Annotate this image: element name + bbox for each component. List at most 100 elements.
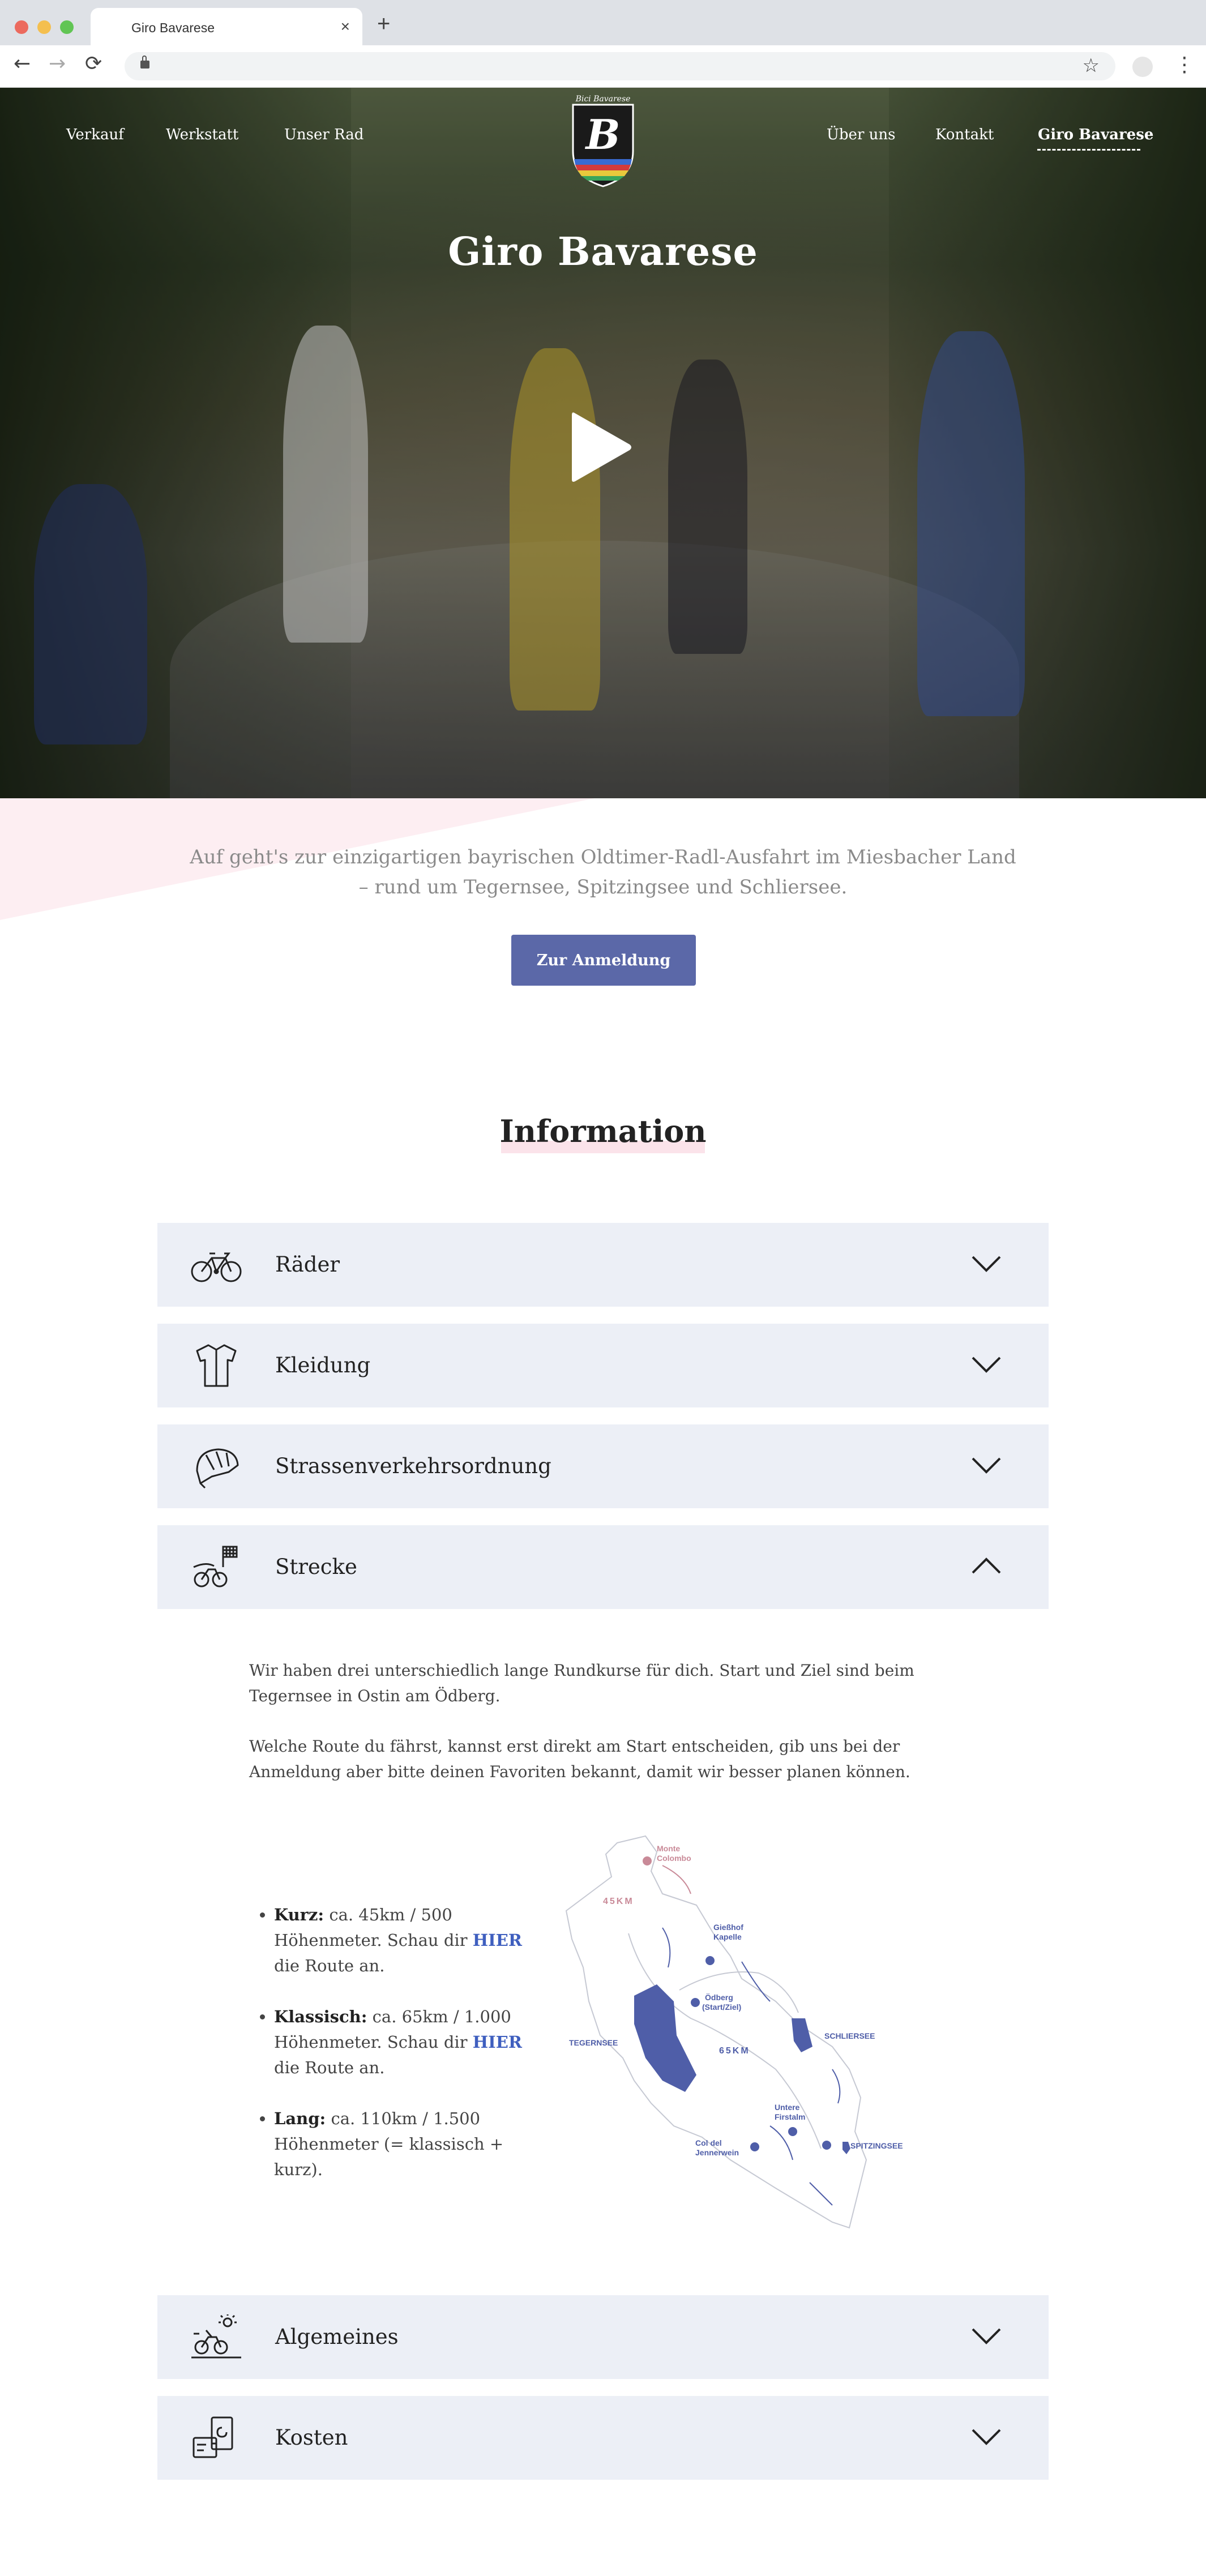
lock-icon [140,55,149,69]
map-arrow [809,2182,833,2206]
map-arrow [832,2069,841,2104]
accordion-label: Kosten [275,2425,348,2450]
route-item-klassisch: Klassisch: ca. 65km / 1.000 Höhenmeter. … [274,2004,540,2081]
bici-bavarese-logo[interactable]: B Bici Bavarese [566,92,640,189]
map-outline [565,1835,867,2229]
map-label-45km: 45KM [603,1897,634,1906]
browser-tab-strip: Giro Bavarese × + [0,0,1206,45]
svg-text:B: B [585,110,621,159]
map-label-giesshof: Gießhof [713,1923,743,1932]
map-label-kapelle: Kapelle [713,1932,742,1941]
browser-toolbar: ← → ⟳ ☆ ⋮ [0,45,1206,88]
helmet-icon [196,1448,239,1489]
map-point-untere-firstalm [788,2127,797,2136]
accordion-label: Algemeines [275,2325,399,2349]
map-label-schliersee: SCHLIERSEE [824,2031,875,2040]
lake-schliersee [792,2018,812,2052]
route-description-end: die Route an. [274,1956,385,1975]
intro-text: Auf geht's zur einzigartigen bayrischen … [190,846,1016,898]
route-map: Monte Colombo 45KM Gießhof Kapelle Ödber… [565,1835,903,2229]
registration-button[interactable]: Zur Anmeldung [511,935,696,986]
section-title: Information [499,1113,707,1149]
minimize-window-button[interactable] [37,20,51,34]
map-label-65km: 65KM [719,2046,750,2056]
chevron-down-icon[interactable] [970,1455,1002,1475]
route-link-klassisch[interactable]: HIER [473,2032,522,2052]
map-arrow [662,1865,691,1894]
map-label-col-del: Col del [695,2138,722,2147]
map-label-spitzingsee: SPITZINGSEE [850,2141,903,2150]
strecke-paragraph-1: Wir haben drei unterschiedlich lange Run… [249,1661,914,1705]
accordion-label: Strecke [275,1555,357,1579]
map-label-oedberg: Ödberg [705,1993,733,2002]
nav-unser-rad[interactable]: Unser Rad [284,126,363,143]
reload-icon[interactable]: ⟳ [85,52,102,75]
map-label-firstalm: Firstalm [775,2112,805,2121]
route-description-end: die Route an. [274,2058,385,2077]
lake-spitzingsee [843,2142,850,2154]
maximize-window-button[interactable] [60,20,74,34]
forward-icon[interactable]: → [49,52,66,75]
accordion-label: Kleidung [275,1353,371,1377]
nav-kontakt[interactable]: Kontakt [935,126,994,143]
address-bar[interactable]: ☆ [125,52,1115,80]
nav-werkstatt[interactable]: Werkstatt [166,126,238,143]
accordion-raeder[interactable]: Räder [157,1223,1049,1307]
logo-text: Bici Bavarese [575,95,631,104]
map-label-monte: Monte [657,1844,680,1853]
map-point-col-del-jennerwein [750,2142,759,2151]
bookmark-star-icon[interactable]: ☆ [1083,54,1100,77]
nav-ueber-uns[interactable]: Über uns [827,126,895,143]
accordion-label: Räder [275,1252,340,1277]
map-point-oedberg [691,1998,700,2007]
tab-close-icon[interactable]: × [341,18,350,36]
strecke-paragraph-2: Welche Route du fährst, kannst erst dire… [249,1737,910,1781]
accordion-strecke[interactable]: Strecke [157,1525,1049,1609]
chevron-down-icon[interactable] [970,2326,1002,2346]
map-label-jennerwein: Jennerwein [695,2148,739,2157]
route-item-lang: Lang: ca. 110km / 1.500 Höhenmeter (= kl… [274,2106,540,2183]
route-name: Klassisch: [274,2007,367,2026]
nav-verkauf[interactable]: Verkauf [66,126,124,143]
map-point-giesshof [705,1956,715,1965]
chevron-up-icon[interactable] [970,1556,1002,1576]
map-arrow [662,1927,671,1968]
jersey-icon [196,1344,237,1387]
chevron-down-icon[interactable] [970,1253,1002,1274]
cyclist-sun-icon [191,2314,241,2359]
browser-menu-icon[interactable]: ⋮ [1174,53,1195,76]
route-item-kurz: Kurz: ca. 45km / 500 Höhenmeter. Schau d… [274,1902,540,1979]
accordion-kleidung[interactable]: Kleidung [157,1324,1049,1407]
hero-video[interactable]: Verkauf Werkstatt Unser Rad Über uns Kon… [0,88,1206,798]
map-point-spitzingsee [822,2141,831,2150]
route-link-kurz[interactable]: HIER [473,1931,522,1950]
browser-tab[interactable]: Giro Bavarese × [91,8,362,45]
map-label-start-ziel: (Start/Ziel) [702,2002,741,2012]
bicycle-icon [191,1252,242,1282]
route-name: Kurz: [274,1905,324,1924]
route-icon [193,1546,238,1587]
accordion-label: Strassenverkehrsordnung [275,1454,551,1478]
nav-giro-bavarese[interactable]: Giro Bavarese [1038,126,1153,143]
new-tab-button[interactable]: + [377,11,390,37]
chevron-down-icon[interactable] [970,2427,1002,2447]
accordion-algemeines[interactable]: Algemeines [157,2295,1049,2379]
lake-tegernsee [634,1984,696,2092]
chevron-down-icon[interactable] [970,1354,1002,1375]
close-window-button[interactable] [15,20,28,34]
back-icon[interactable]: ← [14,52,31,75]
map-label-colombo: Colombo [657,1854,691,1863]
tab-title: Giro Bavarese [131,20,215,35]
play-icon[interactable] [571,410,633,484]
route-name: Lang: [274,2109,326,2128]
route-list: Kurz: ca. 45km / 500 Höhenmeter. Schau d… [255,1902,540,2208]
profile-avatar[interactable] [1132,57,1153,77]
hero-title: Giro Bavarese [448,229,758,275]
money-icon [193,2416,233,2458]
accordion-kosten[interactable]: Kosten [157,2396,1049,2480]
accordion-strassenverkehrsordnung[interactable]: Strassenverkehrsordnung [157,1424,1049,1508]
map-label-untere: Untere [775,2103,800,2112]
nav-active-indicator [1037,149,1140,151]
map-point-monte-colombo [643,1856,652,1865]
map-label-tegernsee: TEGERNSEE [569,2038,618,2047]
